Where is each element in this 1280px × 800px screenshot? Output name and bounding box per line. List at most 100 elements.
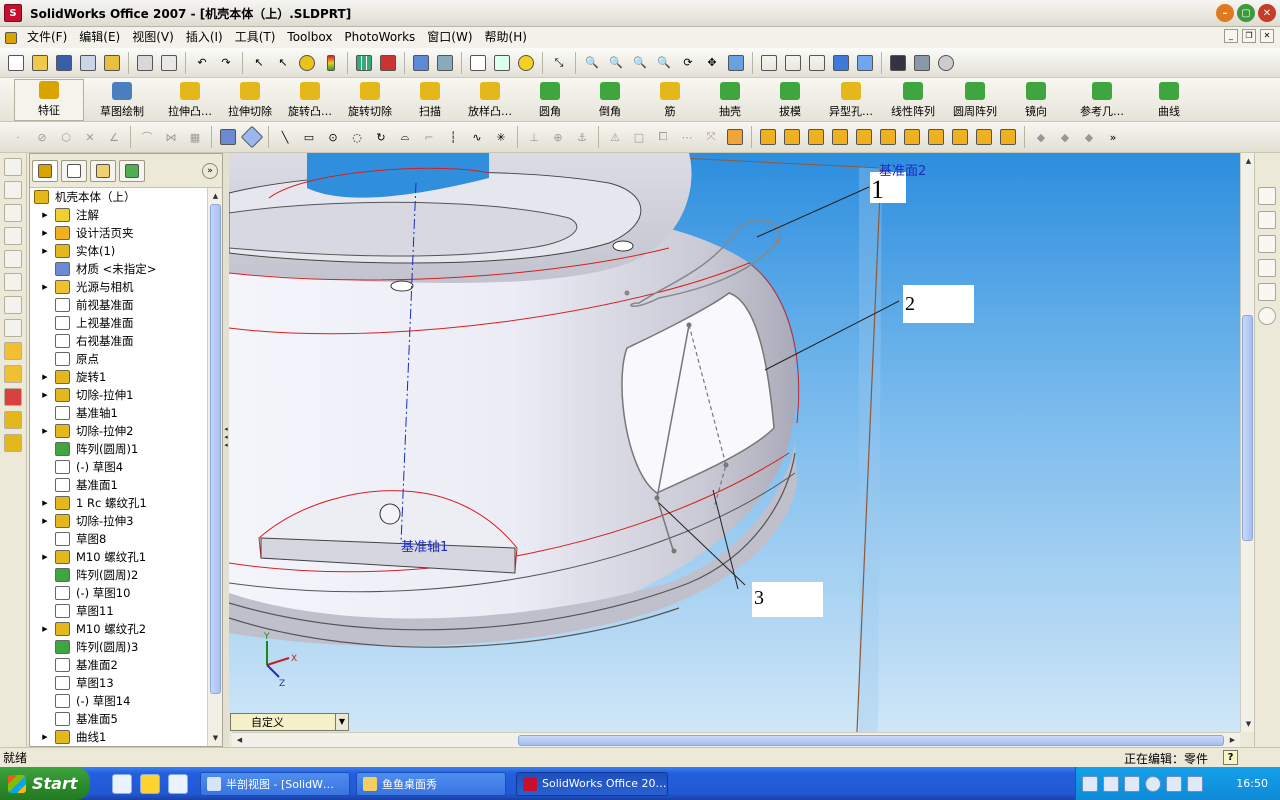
- doc-close-button[interactable]: ✕: [1260, 29, 1274, 43]
- home-icon[interactable]: [1258, 187, 1276, 205]
- warning-icon[interactable]: ⚠: [604, 126, 626, 148]
- hidden-lines-visible-icon[interactable]: [782, 52, 804, 74]
- scroll-down-arrow[interactable]: ▼: [210, 732, 221, 744]
- taskbar-window-1[interactable]: 半剖视图 - [SolidW…: [200, 771, 350, 796]
- search-icon[interactable]: [1258, 259, 1276, 277]
- expand-arrow-icon[interactable]: ▶: [40, 516, 50, 526]
- explorer-icon[interactable]: [168, 773, 188, 794]
- cm-shell-button[interactable]: 抽壳: [700, 79, 760, 121]
- scroll-down-arrow[interactable]: ▼: [1243, 718, 1254, 730]
- brick-icon[interactable]: [377, 52, 399, 74]
- cm-fillet-button[interactable]: 圆角: [520, 79, 580, 121]
- offset-icon[interactable]: ⌒: [136, 126, 158, 148]
- hscroll-thumb[interactable]: [518, 735, 1224, 746]
- print-preview-icon[interactable]: [158, 52, 180, 74]
- tree-item[interactable]: ▶上视基准面: [30, 314, 208, 332]
- ie-icon[interactable]: [112, 773, 132, 794]
- zoom-inout-icon[interactable]: 🔍: [629, 52, 651, 74]
- cm-loft-button[interactable]: 放样凸…: [460, 79, 520, 121]
- tree-item[interactable]: ▶草图11: [30, 602, 208, 620]
- minimize-button[interactable]: –: [1216, 4, 1234, 22]
- tree-item[interactable]: ▶草图13: [30, 674, 208, 692]
- feature-6-icon[interactable]: [877, 126, 899, 148]
- menu-help[interactable]: 帮助(H): [479, 28, 533, 47]
- fix-icon[interactable]: ⚓: [571, 126, 593, 148]
- tray-app-icon[interactable]: [1187, 775, 1203, 792]
- options-icon[interactable]: [410, 52, 432, 74]
- shaded-edges-icon[interactable]: [830, 52, 852, 74]
- tangent-arc-icon[interactable]: ↻: [370, 126, 392, 148]
- smart-dimension-icon[interactable]: [240, 125, 264, 149]
- left-tool-icon[interactable]: [4, 181, 22, 199]
- tree-item[interactable]: ▶(-) 草图4: [30, 458, 208, 476]
- circle-tool-icon[interactable]: ⊙: [322, 126, 344, 148]
- shaded-icon[interactable]: [854, 52, 876, 74]
- display-icon[interactable]: [434, 52, 456, 74]
- tree-item[interactable]: ▶ 1 Rc 螺纹孔1: [30, 494, 208, 512]
- pin-view-icon[interactable]: ⤡: [548, 52, 570, 74]
- tree-item[interactable]: ▶基准面5: [30, 710, 208, 728]
- cm-revolve-cut-button[interactable]: 旋转切除: [340, 79, 400, 121]
- expand-arrow-icon[interactable]: ▶: [40, 624, 50, 634]
- cm-features-tab[interactable]: 特征: [14, 79, 84, 121]
- print-icon[interactable]: [134, 52, 156, 74]
- menu-toolbox[interactable]: Toolbox: [281, 28, 338, 47]
- tree-item[interactable]: ▶(-) 草图14: [30, 692, 208, 710]
- add-relation-icon[interactable]: [4, 388, 22, 406]
- doc-minimize-button[interactable]: _: [1224, 29, 1238, 43]
- tree-item[interactable]: ▶ M10 螺纹孔1: [30, 548, 208, 566]
- tree-item[interactable]: ▶ 曲线1: [30, 728, 208, 746]
- help-icon[interactable]: ?: [1223, 750, 1238, 765]
- file-explorer-icon[interactable]: [1258, 235, 1276, 253]
- cm-mirror-button[interactable]: 镜向: [1006, 79, 1066, 121]
- realview-icon[interactable]: [935, 52, 957, 74]
- feature-7-icon[interactable]: [901, 126, 923, 148]
- solidworks-logo-icon[interactable]: S: [4, 4, 22, 22]
- zoom-selection-icon[interactable]: 🔍: [653, 52, 675, 74]
- maximize-button[interactable]: ▢: [1237, 4, 1255, 22]
- save-icon[interactable]: [53, 52, 75, 74]
- view-palette-icon[interactable]: [1258, 283, 1276, 301]
- cm-linear-pattern-button[interactable]: 线性阵列: [882, 79, 944, 121]
- display-relations-icon[interactable]: ⊕: [547, 126, 569, 148]
- cm-circular-pattern-button[interactable]: 圆周阵列: [944, 79, 1006, 121]
- cm-reference-geometry-button[interactable]: 参考几…: [1066, 79, 1138, 121]
- menu-window[interactable]: 窗口(W): [421, 28, 478, 47]
- tree-item[interactable]: ▶前视基准面: [30, 296, 208, 314]
- undo-icon[interactable]: ↶: [191, 52, 213, 74]
- configuration-manager-tab[interactable]: [90, 159, 116, 182]
- scroll-thumb[interactable]: [210, 204, 221, 694]
- centerline-icon[interactable]: ┆: [442, 126, 464, 148]
- tree-item[interactable]: ▶基准面2: [30, 656, 208, 674]
- expand-arrow-icon[interactable]: ▶: [40, 282, 50, 292]
- menu-tools[interactable]: 工具(T): [229, 28, 282, 47]
- property-manager-tab[interactable]: [61, 159, 87, 182]
- left-tool-icon[interactable]: [4, 319, 22, 337]
- rebuild-icon[interactable]: [296, 52, 318, 74]
- tree-scrollbar[interactable]: ▲ ▼: [207, 188, 222, 746]
- tree-item[interactable]: ▶阵列(圆周)2: [30, 566, 208, 584]
- left-tool-icon[interactable]: [4, 227, 22, 245]
- cm-sweep-button[interactable]: 扫描: [400, 79, 460, 121]
- make-assembly-icon[interactable]: [101, 52, 123, 74]
- cut-tool-icon[interactable]: [4, 434, 22, 452]
- document-menu-icon[interactable]: [2, 27, 20, 49]
- slash-icon[interactable]: ⊘: [31, 126, 53, 148]
- close-button[interactable]: ✕: [1258, 4, 1276, 22]
- left-tool-icon[interactable]: [4, 296, 22, 314]
- keyboard-icon[interactable]: [1082, 775, 1098, 792]
- new-document-icon[interactable]: [5, 52, 27, 74]
- cm-chamfer-button[interactable]: 倒角: [580, 79, 640, 121]
- cm-sketch-tab[interactable]: 草图绘制: [84, 79, 160, 121]
- cm-extrude-boss-button[interactable]: 拉伸凸…: [160, 79, 220, 121]
- redo-icon[interactable]: ↷: [215, 52, 237, 74]
- wireframe-icon[interactable]: [758, 52, 780, 74]
- cm-draft-button[interactable]: 拔模: [760, 79, 820, 121]
- angle-icon[interactable]: ∠: [103, 126, 125, 148]
- select-other-icon[interactable]: ↖: [272, 52, 294, 74]
- select-icon[interactable]: ↖: [248, 52, 270, 74]
- hidden-lines-removed-icon[interactable]: [806, 52, 828, 74]
- tree-item[interactable]: ▶阵列(圆周)1: [30, 440, 208, 458]
- zoom-area-icon[interactable]: 🔍: [605, 52, 627, 74]
- tree-item[interactable]: ▶阵列(圆周)3: [30, 638, 208, 656]
